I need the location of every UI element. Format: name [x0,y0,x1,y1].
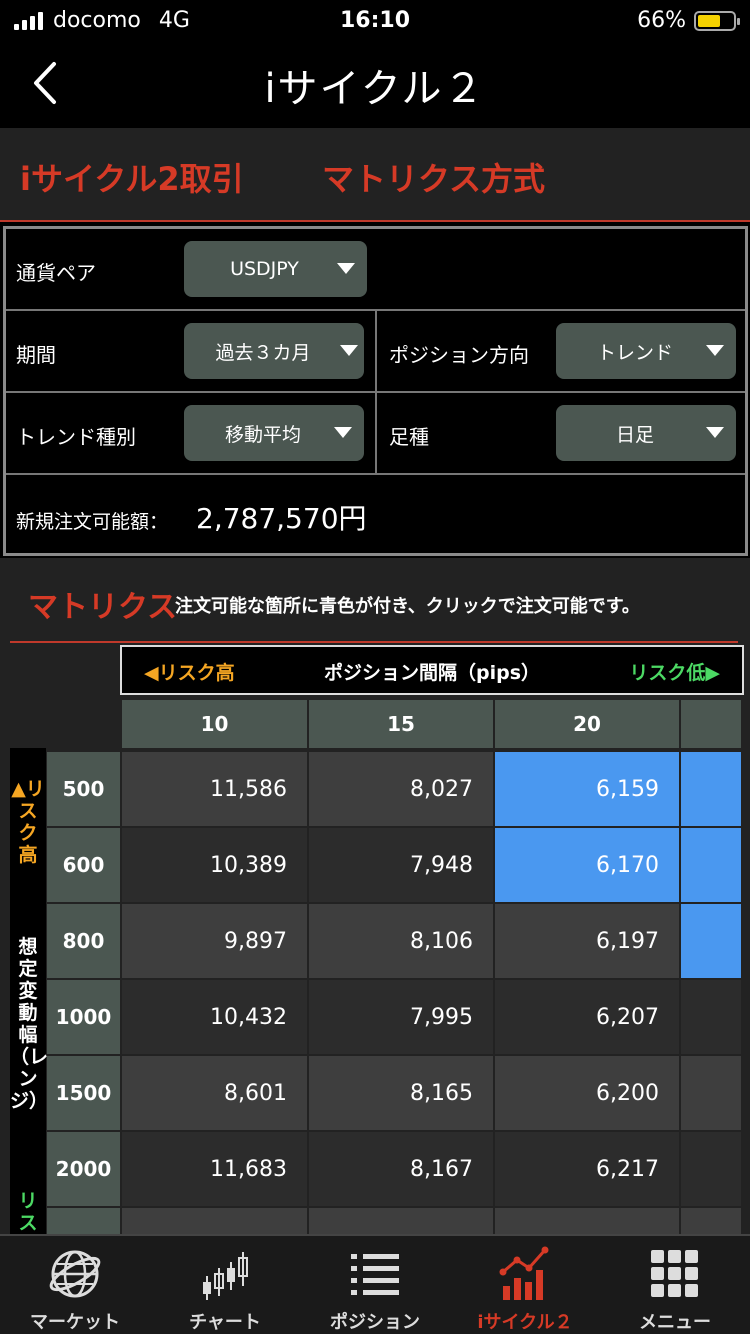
tab-chart[interactable]: チャート [150,1236,300,1334]
pair-label: 通貨ペア [16,261,96,285]
caret-down-icon [706,345,724,356]
tab-label: マーケット [30,1312,120,1333]
matrix-cell-overflow[interactable] [681,828,741,902]
caret-down-icon [334,427,352,438]
matrix-cell: 6,197 [495,904,679,978]
matrix-cell[interactable]: 6,159 [495,752,679,826]
side-risk-low: リス [18,1190,38,1234]
row-header-partial [47,1208,120,1234]
matrix-cell-overflow [681,980,741,1054]
tab-label: iサイクル２ [477,1312,573,1333]
matrix-cell[interactable]: 6,170 [495,828,679,902]
tab-matrix-method[interactable]: マトリクス方式 [322,154,545,200]
matrix-cell: 8,167 [309,1132,493,1206]
matrix-cell: 10,432 [122,980,307,1054]
matrix-cell: 7,995 [309,980,493,1054]
caret-down-icon [706,427,724,438]
tab-bar: マーケット チャート ポジション iサイクル２ メニュー [0,1234,750,1334]
tab-menu[interactable]: メニュー [600,1236,750,1334]
list-icon [351,1254,399,1295]
column-header-15: 15 [309,700,493,748]
range-axis: ▲リスク高 想定変動幅（レンジ） リス [10,748,49,1234]
side-risk-high: ▲リスク高 [11,778,45,866]
period-select[interactable]: 過去３カ月 [184,323,364,379]
matrix-cell-overflow [681,1132,741,1206]
row-header-1500: 1500 [47,1056,120,1130]
matrix-cell: 6,200 [495,1056,679,1130]
pips-header: ポジション間隔（pips） ◀リスク高 リスク低▶ [120,645,744,695]
period-label: 期間 [16,343,56,367]
column-header-10: 10 [122,700,307,748]
trend-type-label: トレンド種別 [16,425,136,449]
matrix-cell: 6,207 [495,980,679,1054]
divider [10,641,738,643]
candlestick-icon [203,1252,248,1300]
matrix-note: 注文可能な箇所に青色が付き、クリックで注文可能です。 [175,596,640,617]
column-header-overflow [681,700,741,748]
tab-position[interactable]: ポジション [300,1236,450,1334]
matrix-cell-partial [122,1208,307,1234]
matrix-cell: 8,027 [309,752,493,826]
bar-trend-icon [499,1246,549,1300]
pair-value: USDJPY [230,258,299,280]
column-header-20: 20 [495,700,679,748]
matrix-cell: 8,601 [122,1056,307,1130]
matrix-cell: 10,389 [122,828,307,902]
tab-market[interactable]: マーケット [0,1236,150,1334]
tab-label: メニュー [639,1312,711,1333]
trend-type-select[interactable]: 移動平均 [184,405,364,461]
caret-down-icon [340,345,358,356]
tab-label: ポジション [330,1312,420,1333]
matrix-cell-partial [309,1208,493,1234]
nav-bar: iサイクル２ [0,40,750,128]
matrix-cell: 11,683 [122,1132,307,1206]
row-header-1000: 1000 [47,980,120,1054]
tab-icycle2[interactable]: iサイクル２ [450,1236,600,1334]
amount-value: 2,787,570円 [196,502,367,535]
period-value: 過去３カ月 [215,341,311,364]
candle-select[interactable]: 日足 [556,405,736,461]
row-header-600: 600 [47,828,120,902]
candle-label: 足種 [389,425,429,449]
battery-icon [694,10,740,31]
matrix-title: マトリクス [28,590,178,625]
matrix-cell-partial [681,1208,741,1234]
battery-percent: 66% [637,8,686,33]
matrix-cell: 8,165 [309,1056,493,1130]
globe-icon [49,1250,101,1298]
matrix-cell: 9,897 [122,904,307,978]
row-header-800: 800 [47,904,120,978]
matrix-cell-overflow [681,1056,741,1130]
candle-value: 日足 [615,423,654,446]
divider [375,311,377,475]
matrix-cell-overflow[interactable] [681,904,741,978]
matrix-cell: 8,106 [309,904,493,978]
pair-select[interactable]: USDJPY [184,241,367,297]
tab-icycle-trade[interactable]: iサイクル2取引 [20,154,244,200]
direction-value: トレンド [596,341,673,364]
risk-high-label: ◀リスク高 [144,662,235,684]
risk-low-label: リスク低▶ [629,662,720,684]
direction-select[interactable]: トレンド [556,323,736,379]
status-bar: docomo 4G 16:10 66% [0,0,750,40]
matrix-cell-overflow[interactable] [681,752,741,826]
grid-menu-icon [651,1250,698,1297]
matrix-cell: 11,586 [122,752,307,826]
mode-header: iサイクル2取引 マトリクス方式 [0,128,750,222]
matrix-cell: 6,217 [495,1132,679,1206]
direction-label: ポジション方向 [389,343,529,367]
amount-label: 新規注文可能額： [16,511,169,533]
page-title: iサイクル２ [264,66,486,112]
row-header-2000: 2000 [47,1132,120,1206]
side-range-label: 想定変動幅（レンジ） [10,936,49,1112]
matrix-cell: 7,948 [309,828,493,902]
status-right: 66% [637,8,740,33]
caret-down-icon [337,263,355,274]
settings-panel: 通貨ペア USDJPY 期間 過去３カ月 ポジション方向 トレンド トレンド種別… [3,226,748,556]
matrix-cell-partial [495,1208,679,1234]
trend-type-value: 移動平均 [224,423,301,446]
row-header-500: 500 [47,752,120,826]
tab-label: チャート [189,1312,261,1333]
